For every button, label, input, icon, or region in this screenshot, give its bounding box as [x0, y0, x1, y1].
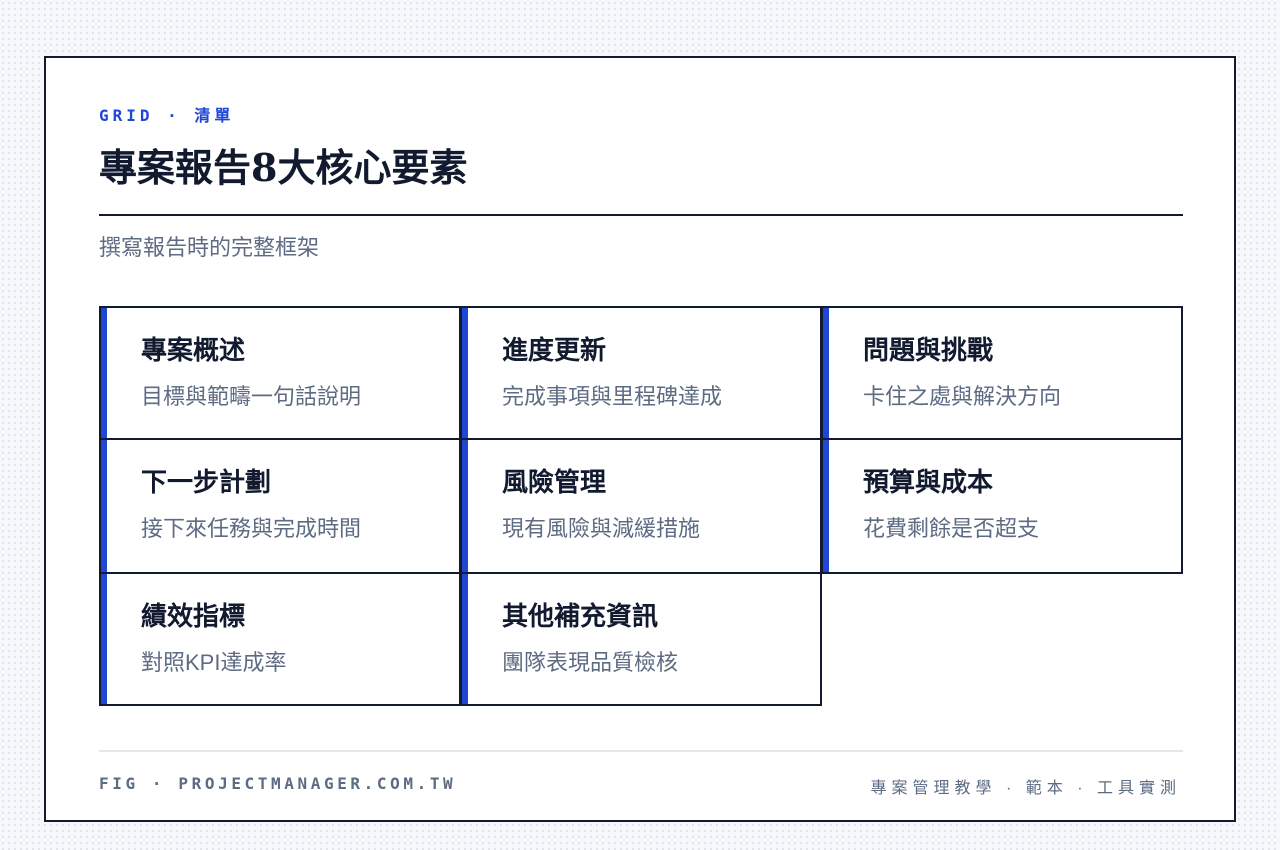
- footer-tags: 專案管理教學 · 範本 · 工具實測: [870, 780, 1181, 797]
- grid-card-overview: 專案概述 目標與範疇一句話說明: [99, 306, 461, 440]
- card-description: 完成事項與里程碑達成: [502, 384, 723, 409]
- card-description: 團隊表現品質檢核: [502, 650, 679, 675]
- page-subtitle: 撰寫報告時的完整框架: [99, 235, 320, 260]
- card-description: 目標與範疇一句話說明: [141, 384, 362, 409]
- card-title: 風險管理: [502, 468, 607, 498]
- footer-source: FIG · PROJECTMANAGER.COM.TW: [99, 774, 457, 793]
- footer-divider: [99, 750, 1183, 752]
- title-divider: [99, 214, 1183, 216]
- card-description: 對照KPI達成率: [141, 650, 287, 675]
- card-title: 下一步計劃: [141, 468, 272, 498]
- grid-card-issues: 問題與挑戰 卡住之處與解決方向: [821, 306, 1183, 440]
- page-title: 專案報告8大核心要素: [99, 145, 468, 190]
- grid-card-risk: 風險管理 現有風險與減緩措施: [460, 438, 822, 574]
- grid-card-budget: 預算與成本 花費剩餘是否超支: [821, 438, 1183, 574]
- grid-card-kpi: 績效指標 對照KPI達成率: [99, 572, 461, 706]
- card-title: 專案概述: [141, 336, 246, 366]
- card-title: 問題與挑戰: [863, 336, 994, 366]
- card-title: 績效指標: [141, 602, 246, 632]
- eyebrow-label: GRID · 清單: [99, 106, 235, 125]
- card-description: 接下來任務與完成時間: [141, 516, 362, 541]
- card-description: 卡住之處與解決方向: [863, 384, 1062, 409]
- card-title: 其他補充資訊: [502, 602, 659, 632]
- card-title: 預算與成本: [863, 468, 994, 498]
- card-description: 現有風險與減緩措施: [502, 516, 701, 541]
- main-card: GRID · 清單 專案報告8大核心要素 撰寫報告時的完整框架 專案概述 目標與…: [44, 56, 1236, 822]
- grid-card-progress: 進度更新 完成事項與里程碑達成: [460, 306, 822, 440]
- elements-grid: 專案概述 目標與範疇一句話說明 進度更新 完成事項與里程碑達成 問題與挑戰 卡住…: [99, 306, 1183, 706]
- grid-card-other: 其他補充資訊 團隊表現品質檢核: [460, 572, 822, 706]
- grid-card-next-steps: 下一步計劃 接下來任務與完成時間: [99, 438, 461, 574]
- card-description: 花費剩餘是否超支: [863, 516, 1040, 541]
- card-title: 進度更新: [502, 336, 607, 366]
